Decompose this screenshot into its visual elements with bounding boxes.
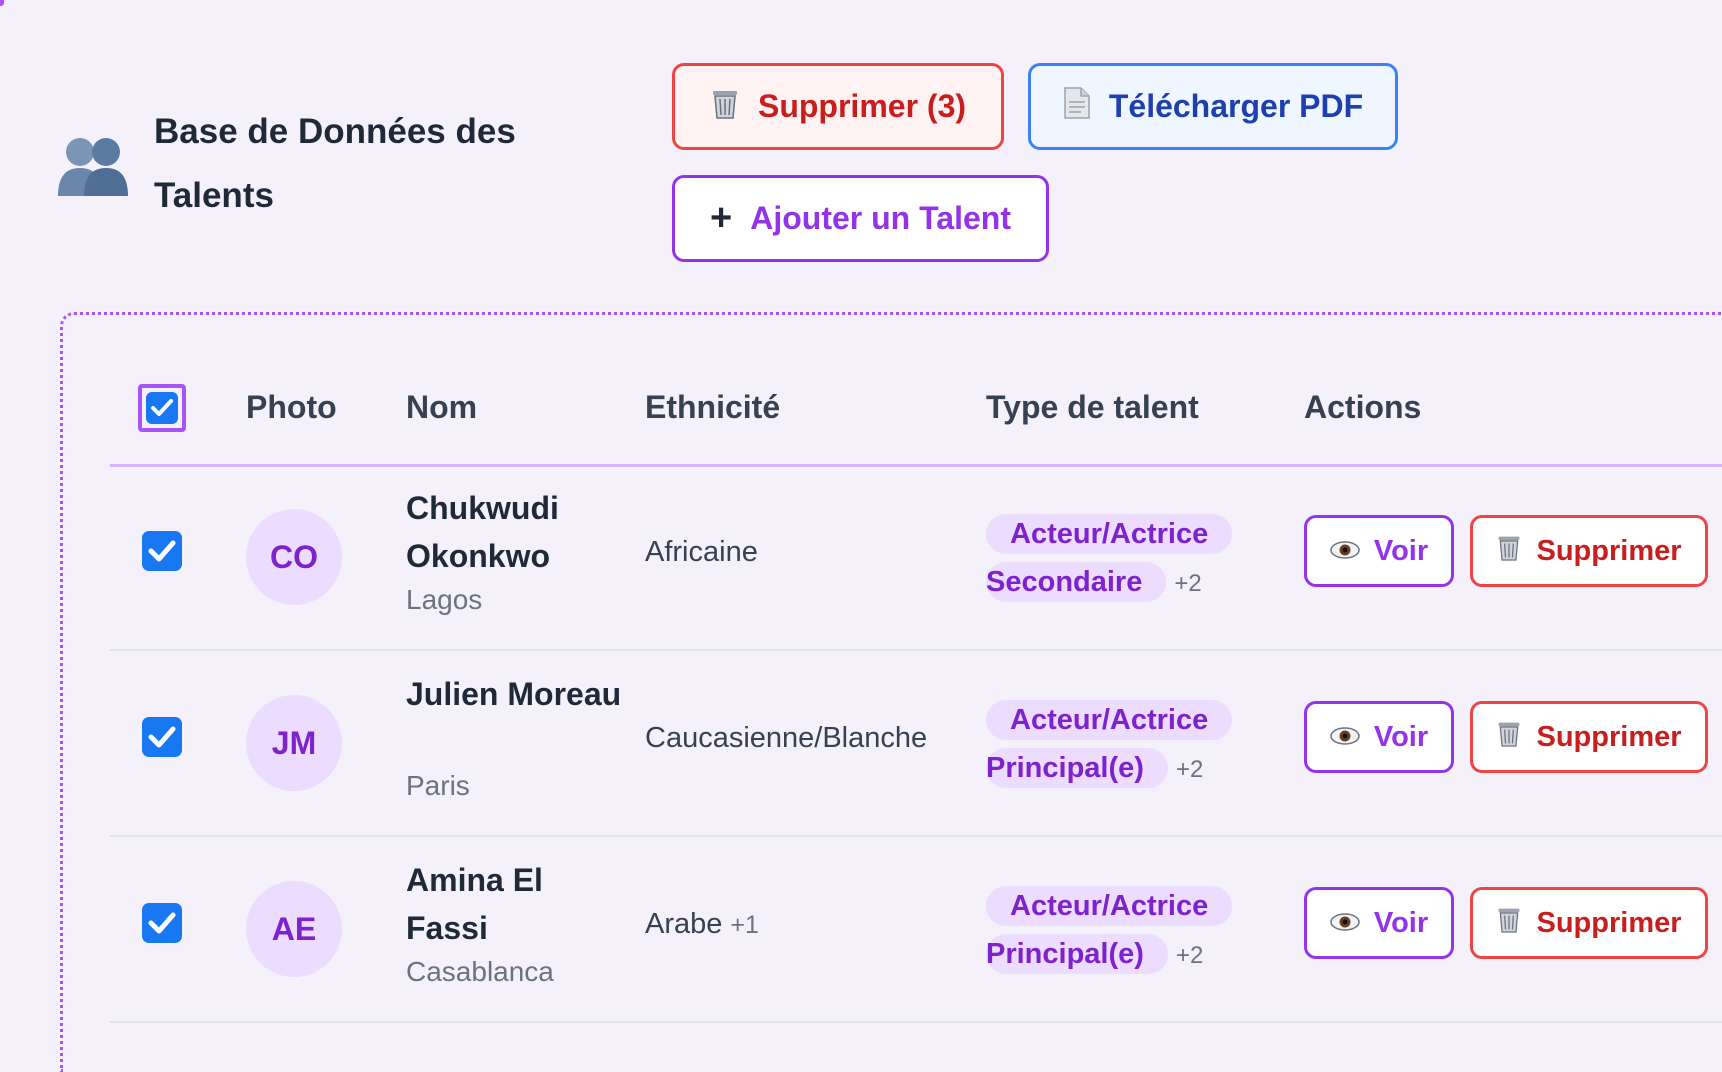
eye-icon [1330, 535, 1360, 568]
talent-type-cell: Acteur/Actrice Principal(e) +2 [986, 882, 1233, 980]
ethnicity-cell: Caucasienne/Blanche [645, 722, 935, 755]
select-all-checkbox[interactable] [138, 384, 186, 432]
delete-button[interactable]: Supprimer [1470, 887, 1708, 959]
delete-button[interactable]: Supprimer [1470, 701, 1708, 773]
table-row: JM Julien Moreau Paris Caucasienne/Blanc… [110, 652, 1722, 837]
delete-button[interactable]: Supprimer [1470, 515, 1708, 587]
talent-type-badge: Acteur/Actrice [986, 700, 1233, 740]
checkmark-icon [148, 540, 176, 562]
row-checkbox[interactable] [142, 531, 182, 571]
talent-type-more-count: +2 [1174, 570, 1202, 597]
talent-type-badge: Acteur/Actrice [986, 886, 1233, 926]
ethnicity-value: Arabe [645, 908, 723, 940]
view-label: Voir [1373, 906, 1429, 939]
eye-icon [1330, 907, 1360, 940]
view-button[interactable]: Voir [1304, 887, 1454, 959]
table-row: AE Amina El Fassi Casablanca Arabe +1 Ac… [110, 838, 1722, 1023]
avatar: CO [246, 509, 342, 605]
talent-city: Lagos [406, 584, 483, 615]
people-silhouette-icon [58, 134, 130, 198]
talent-name: Amina El Fassi [406, 862, 543, 946]
talent-city: Paris [406, 770, 470, 801]
talent-name: Julien Moreau [406, 676, 622, 712]
corner-marker [0, 0, 4, 6]
row-checkbox[interactable] [142, 717, 182, 757]
ethnicity-value: Africaine [645, 536, 758, 568]
add-talent-label: Ajouter un Talent [750, 200, 1011, 236]
page-title: Base de Données des Talents [154, 112, 516, 215]
download-pdf-button[interactable]: Télécharger PDF [1028, 63, 1398, 150]
checkmark-icon [148, 912, 176, 934]
talent-type-badge: Acteur/Actrice [986, 514, 1233, 554]
talent-city: Casablanca [406, 956, 554, 987]
avatar: JM [246, 695, 342, 791]
talent-type-more-count: +2 [1175, 942, 1204, 969]
view-label: Voir [1373, 534, 1429, 567]
table-header: Photo Nom Ethnicité Type de talent Actio… [110, 350, 1722, 467]
row-checkbox[interactable] [142, 903, 182, 943]
download-pdf-label: Télécharger PDF [1108, 88, 1364, 124]
trash-icon [1496, 718, 1522, 756]
column-header-name: Nom [406, 388, 478, 425]
view-button[interactable]: Voir [1304, 515, 1454, 587]
checkmark-icon [151, 399, 173, 416]
talent-type-cell: Acteur/Actrice Principal(e) +2 [986, 696, 1233, 794]
trash-icon [710, 86, 740, 128]
trash-icon [1496, 904, 1522, 942]
table-row: CO Chukwudi Okonkwo Lagos Africaine Acte… [110, 466, 1722, 651]
eye-icon [1330, 721, 1360, 754]
ethnicity-more-count: +1 [730, 911, 759, 939]
ethnicity-value: Caucasienne/Blanche [645, 722, 928, 754]
delete-label: Supprimer [1536, 534, 1682, 567]
delete-label: Supprimer [1536, 720, 1682, 753]
talent-type-badge-cont: Principal(e) [986, 934, 1168, 974]
add-talent-button[interactable]: + Ajouter un Talent [672, 175, 1049, 262]
trash-icon [1496, 532, 1522, 570]
document-icon [1063, 86, 1091, 128]
view-button[interactable]: Voir [1304, 701, 1454, 773]
checkmark-icon [148, 726, 176, 748]
delete-selected-button[interactable]: Supprimer (3) [672, 63, 1004, 150]
view-label: Voir [1373, 720, 1429, 753]
talent-type-badge-cont: Secondaire [986, 562, 1167, 602]
ethnicity-cell: Africaine [645, 536, 766, 569]
delete-selected-label: Supprimer (3) [757, 88, 967, 124]
column-header-talent-type: Type de talent [986, 388, 1199, 425]
delete-label: Supprimer [1536, 906, 1682, 939]
talent-name: Chukwudi Okonkwo [406, 490, 559, 574]
talent-type-more-count: +2 [1175, 756, 1204, 783]
plus-icon: + [710, 197, 733, 239]
talent-type-cell: Acteur/Actrice Secondaire +2 [986, 510, 1233, 608]
column-header-photo: Photo [246, 388, 337, 425]
column-header-ethnicity: Ethnicité [645, 388, 781, 425]
ethnicity-cell: Arabe +1 [645, 908, 759, 941]
column-header-actions: Actions [1304, 388, 1422, 425]
talent-type-badge-cont: Principal(e) [986, 748, 1168, 788]
avatar: AE [246, 881, 342, 977]
